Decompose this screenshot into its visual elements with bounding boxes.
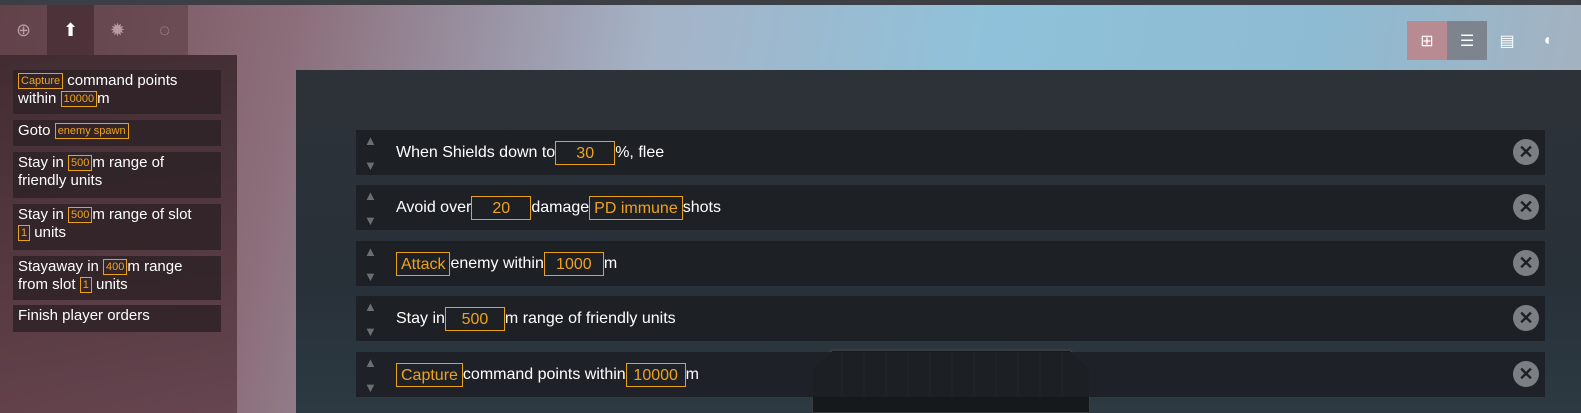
row-text: enemy within	[450, 254, 544, 272]
action-select[interactable]: Attack	[396, 251, 451, 276]
grid-target-icon[interactable]: ⊞	[1407, 21, 1447, 60]
palette-item-finish-orders[interactable]: Finish player orders	[13, 305, 221, 332]
action-select[interactable]: Capture	[396, 362, 463, 387]
stay-range-input[interactable]: 500	[444, 306, 505, 331]
move-up-icon[interactable]: ▲	[364, 189, 378, 202]
item-text: Stay in	[18, 154, 69, 171]
slot-tag: 1	[79, 277, 92, 294]
list-icon[interactable]: ☰	[1447, 21, 1487, 60]
order-row: ▲ ▼ Stay in 500 m range of friendly units…	[356, 296, 1545, 341]
slot-tag: 1	[18, 225, 31, 242]
item-text: Stayaway in	[18, 258, 104, 275]
mode-tabs: ⊕ ⬆ ✹ ◌	[0, 5, 188, 55]
distance-tag: 10000	[60, 91, 98, 108]
sound-icon[interactable]: ◖	[1527, 21, 1567, 60]
attack-range-input[interactable]: 1000	[543, 251, 604, 276]
card-icon[interactable]: ▤	[1487, 21, 1527, 60]
target-tag: enemy spawn	[54, 123, 129, 140]
capture-tag: Capture	[18, 73, 64, 90]
item-text: m range of slot	[92, 206, 192, 223]
plus-circle-icon[interactable]: ⊕	[0, 5, 47, 55]
close-icon[interactable]: ✕	[1513, 250, 1539, 276]
order-row: ▲ ▼ Avoid over 20 damage PD immune shots …	[356, 185, 1545, 230]
item-text: command points	[63, 72, 178, 89]
reorder-handle[interactable]: ▲ ▼	[364, 134, 378, 172]
item-text: from slot	[18, 276, 80, 293]
range-tag: 400	[103, 259, 128, 276]
reorder-handle[interactable]: ▲ ▼	[364, 245, 378, 283]
item-text: m	[97, 90, 110, 107]
ring-icon[interactable]: ◌	[141, 5, 188, 55]
range-tag: 500	[68, 207, 93, 224]
close-icon[interactable]: ✕	[1513, 361, 1539, 387]
palette-item-capture[interactable]: Capture command points within 10000 m	[13, 70, 221, 114]
item-text: Goto	[18, 122, 55, 139]
row-text: Stay in	[396, 309, 445, 327]
row-text: When Shields down to	[396, 143, 556, 161]
item-text: Stay in	[18, 206, 69, 223]
row-text: %, flee	[615, 143, 665, 161]
palette-item-stay-friendly[interactable]: Stay in 500 m range of friendly units	[13, 152, 221, 198]
reorder-handle[interactable]: ▲ ▼	[364, 189, 378, 227]
move-down-icon[interactable]: ▼	[364, 325, 378, 338]
item-text: Finish player orders	[18, 307, 150, 324]
move-down-icon[interactable]: ▼	[364, 159, 378, 172]
shield-threshold-input[interactable]: 30	[555, 140, 616, 165]
move-down-icon[interactable]: ▼	[364, 214, 378, 227]
move-down-icon[interactable]: ▼	[364, 381, 378, 394]
top-border	[0, 0, 1581, 5]
item-text: units	[30, 224, 66, 241]
shot-type-select[interactable]: PD immune	[589, 195, 683, 220]
starburst-icon[interactable]: ✹	[94, 5, 141, 55]
order-row: ▲ ▼ When Shields down to 30 %, flee ✕	[356, 130, 1545, 175]
order-row: ▲ ▼ Capture command points within 10000 m…	[356, 352, 1545, 397]
arrow-up-icon[interactable]: ⬆	[47, 5, 94, 55]
item-text: friendly units	[18, 172, 103, 189]
row-text: command points within	[462, 365, 626, 383]
reorder-handle[interactable]: ▲ ▼	[364, 356, 378, 394]
close-icon[interactable]: ✕	[1513, 194, 1539, 220]
move-up-icon[interactable]: ▲	[364, 300, 378, 313]
order-palette: Capture command points within 10000 m Got…	[0, 55, 237, 413]
move-up-icon[interactable]: ▲	[364, 245, 378, 258]
row-text: shots	[682, 198, 721, 216]
item-text: within	[18, 90, 61, 107]
close-icon[interactable]: ✕	[1513, 139, 1539, 165]
palette-item-stayaway-slot[interactable]: Stayaway in 400 m range from slot 1 units	[13, 256, 221, 300]
row-text: damage	[531, 198, 590, 216]
item-text: units	[91, 276, 128, 293]
item-text: m range	[127, 258, 183, 275]
item-text: m range of	[92, 154, 165, 171]
palette-item-stay-slot[interactable]: Stay in 500 m range of slot 1 units	[13, 204, 221, 250]
palette-item-goto[interactable]: Goto enemy spawn	[13, 120, 221, 146]
capture-range-input[interactable]: 10000	[625, 362, 686, 387]
reorder-handle[interactable]: ▲ ▼	[364, 300, 378, 338]
row-text: m range of friendly units	[504, 309, 676, 327]
close-icon[interactable]: ✕	[1513, 305, 1539, 331]
move-up-icon[interactable]: ▲	[364, 356, 378, 369]
range-tag: 500	[68, 155, 93, 172]
row-text: m	[685, 365, 699, 383]
row-text: m	[603, 254, 618, 272]
damage-threshold-input[interactable]: 20	[471, 195, 532, 220]
row-text: Avoid over	[396, 198, 472, 216]
move-up-icon[interactable]: ▲	[364, 134, 378, 147]
move-down-icon[interactable]: ▼	[364, 270, 378, 283]
order-row: ▲ ▼ Attack enemy within 1000 m ✕	[356, 241, 1545, 286]
